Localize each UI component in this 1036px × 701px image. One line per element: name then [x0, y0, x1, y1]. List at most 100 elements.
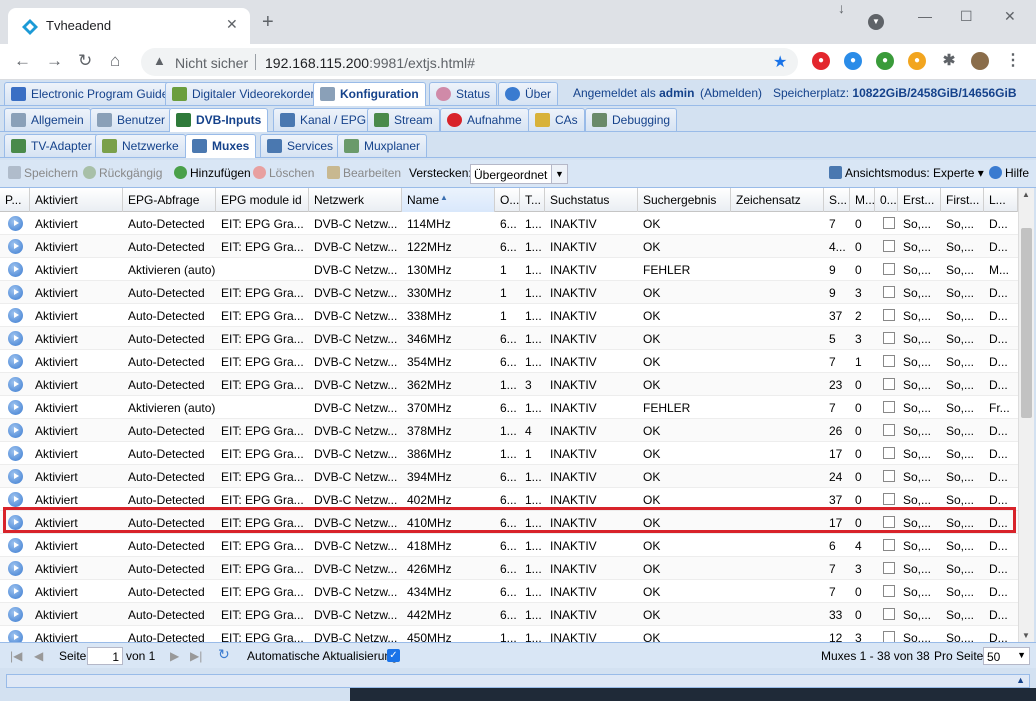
row-checkbox[interactable] [883, 539, 895, 551]
minimize-icon[interactable]: — [918, 8, 932, 24]
column-header[interactable]: P... [0, 188, 30, 212]
avatar[interactable] [971, 52, 989, 70]
tab-status[interactable]: Status [429, 82, 498, 105]
save-button[interactable]: Speichern [8, 166, 78, 180]
play-icon[interactable] [8, 308, 23, 323]
extensions-puzzle-icon[interactable]: ✱ [940, 52, 958, 70]
close-tab-icon[interactable]: ✕ [226, 16, 238, 33]
table-row[interactable]: Aktiviert Auto-Detected EIT: EPG Gra... DVB… [0, 350, 1018, 373]
row-checkbox[interactable] [883, 332, 895, 344]
scroll-down-icon[interactable]: ▼ [1022, 631, 1030, 640]
new-tab-icon[interactable]: + [262, 12, 274, 32]
play-icon[interactable] [8, 377, 23, 392]
tab-tv-adapter[interactable]: TV-Adapter [4, 134, 99, 157]
tab-channel-epg[interactable]: Kanal / EPG [273, 108, 374, 131]
delete-button[interactable]: Löschen [253, 166, 314, 180]
tab-general[interactable]: Allgemein [4, 108, 91, 131]
refresh-icon[interactable]: ↻ [218, 646, 230, 663]
table-row[interactable]: Aktiviert Auto-Detected EIT: EPG Gra... DVB… [0, 281, 1018, 304]
tab-muxplanner[interactable]: Muxplaner [337, 134, 428, 157]
column-header[interactable]: Suchergebnis [638, 188, 731, 212]
bookmark-star-icon[interactable]: ★ [773, 52, 787, 72]
prev-page-icon[interactable]: ◀ [34, 649, 43, 663]
row-checkbox[interactable] [883, 493, 895, 505]
profile-dropdown-icon[interactable]: ▼ [868, 14, 884, 30]
play-icon[interactable] [8, 262, 23, 277]
row-checkbox[interactable] [883, 240, 895, 252]
play-icon[interactable] [8, 216, 23, 231]
table-row[interactable]: Aktiviert Auto-Detected EIT: EPG Gra... DVB… [0, 212, 1018, 235]
undo-button[interactable]: Rückgängig [83, 166, 162, 180]
page-input[interactable]: 1 [87, 647, 123, 665]
row-checkbox[interactable] [883, 309, 895, 321]
table-row[interactable]: Aktiviert Auto-Detected EIT: EPG Gra... DVB… [0, 626, 1018, 642]
address-bar[interactable]: ▲ Nicht sicher 192.168.115.200:9981/extj… [141, 48, 798, 76]
logout-link[interactable]: (Abmelden) [700, 86, 762, 100]
column-header[interactable]: S... [824, 188, 850, 212]
table-row[interactable]: Aktiviert Auto-Detected EIT: EPG Gra... DVB… [0, 373, 1018, 396]
tab-networks[interactable]: Netzwerke [95, 134, 186, 157]
table-row[interactable]: Aktiviert Auto-Detected EIT: EPG Gra... DVB… [0, 304, 1018, 327]
table-row[interactable]: Aktiviert Auto-Detected EIT: EPG Gra... DVB… [0, 327, 1018, 350]
edit-button[interactable]: Bearbeiten [327, 166, 401, 180]
forward-icon[interactable]: → [46, 51, 63, 71]
row-checkbox[interactable] [883, 447, 895, 459]
tab-muxes[interactable]: Muxes [185, 134, 257, 158]
play-icon[interactable] [8, 354, 23, 369]
row-checkbox[interactable] [883, 401, 895, 413]
chevron-down-icon[interactable]: ▼ [551, 165, 567, 183]
scroll-up-icon[interactable]: ▲ [1022, 190, 1030, 199]
column-header[interactable]: T... [520, 188, 545, 212]
next-page-icon[interactable]: ▶ [170, 649, 179, 663]
tab-users[interactable]: Benutzer [90, 108, 173, 131]
column-header[interactable]: Aktiviert [30, 188, 123, 212]
table-row[interactable]: Aktiviert Auto-Detected EIT: EPG Gra... DVB… [0, 534, 1018, 557]
column-header[interactable]: O... [495, 188, 520, 212]
row-checkbox[interactable] [883, 608, 895, 620]
column-header[interactable]: First... [941, 188, 984, 212]
first-page-icon[interactable]: |◀ [10, 649, 22, 663]
maximize-icon[interactable]: ☐ [960, 8, 973, 25]
row-checkbox[interactable] [883, 378, 895, 390]
chevron-down-icon[interactable]: ▼ [1017, 650, 1026, 660]
hide-select[interactable]: Übergeordnet d ▼ [470, 164, 568, 184]
play-icon[interactable] [8, 239, 23, 254]
row-checkbox[interactable] [883, 631, 895, 642]
row-checkbox[interactable] [883, 286, 895, 298]
column-header[interactable]: 0... [875, 188, 898, 212]
play-icon[interactable] [8, 285, 23, 300]
tab-dvb-inputs[interactable]: DVB-Inputs [169, 108, 269, 132]
home-icon[interactable]: ⌂ [110, 51, 120, 71]
adblock-extension-icon[interactable]: ● [812, 52, 830, 70]
scrollbar-thumb[interactable] [1021, 228, 1032, 418]
play-icon[interactable] [8, 538, 23, 553]
play-icon[interactable] [8, 423, 23, 438]
row-checkbox[interactable] [883, 585, 895, 597]
tab-cas[interactable]: CAs [528, 108, 585, 131]
row-checkbox[interactable] [883, 355, 895, 367]
chat-extension-icon[interactable]: ● [844, 52, 862, 70]
table-row[interactable]: Aktiviert Auto-Detected EIT: EPG Gra... DVB… [0, 419, 1018, 442]
tab-about[interactable]: Über [498, 82, 559, 105]
play-icon[interactable] [8, 469, 23, 484]
tab-stream[interactable]: Stream [367, 108, 440, 131]
back-icon[interactable]: ← [14, 51, 31, 71]
menu-kebab-icon[interactable]: ⋮ [1004, 52, 1022, 70]
column-header[interactable]: Netzwerk [309, 188, 402, 212]
tab-configuration[interactable]: Konfiguration [313, 82, 426, 106]
play-icon[interactable] [8, 630, 23, 642]
last-page-icon[interactable]: ▶| [190, 649, 202, 663]
row-checkbox[interactable] [883, 562, 895, 574]
table-row[interactable]: Aktiviert Aktivieren (auto) DVB-C Netzw...… [0, 258, 1018, 281]
play-icon[interactable] [8, 446, 23, 461]
view-mode-button[interactable]: Ansichtsmodus: Experte ▾ [829, 166, 984, 180]
row-checkbox[interactable] [883, 263, 895, 275]
row-checkbox[interactable] [883, 424, 895, 436]
add-button[interactable]: Hinzufügen [174, 166, 251, 180]
vertical-scrollbar[interactable]: ▲ ▼ [1018, 188, 1034, 642]
expand-icon[interactable]: ▲ [1016, 675, 1025, 685]
tab-recording[interactable]: Aufnahme [440, 108, 529, 131]
column-header[interactable]: EPG module id [216, 188, 309, 212]
row-checkbox[interactable] [883, 217, 895, 229]
tab-epg[interactable]: Electronic Program Guide [4, 82, 176, 105]
